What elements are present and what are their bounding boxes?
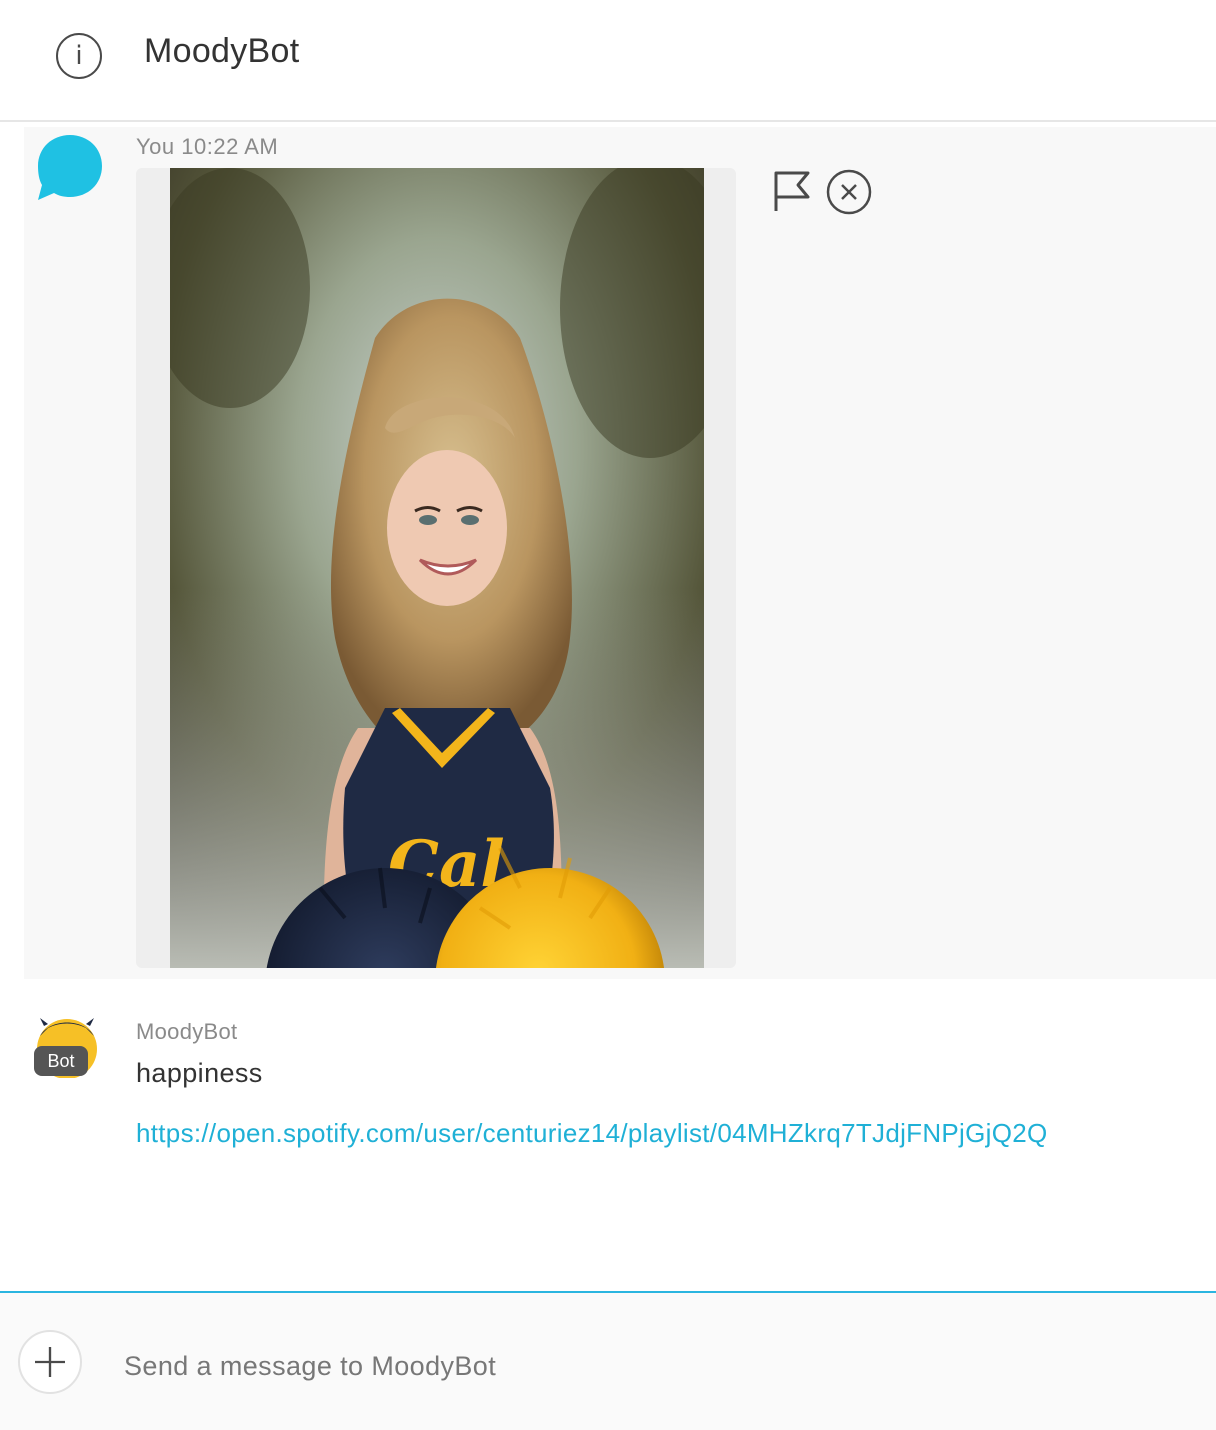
bot-badge: Bot: [34, 1046, 88, 1076]
info-icon: i: [75, 41, 83, 71]
message-text: happiness: [136, 1058, 263, 1088]
attachment-photo: Cal: [170, 168, 704, 968]
message-input[interactable]: [110, 1343, 1190, 1389]
flag-icon[interactable]: [772, 169, 812, 213]
sender-name: You: [136, 134, 175, 159]
user-message: You 10:22 AM Cal: [24, 127, 1216, 979]
close-circle-icon[interactable]: [826, 169, 872, 215]
chat-bubble-icon: [38, 135, 102, 200]
message-meta: You 10:22 AM: [136, 134, 278, 160]
plus-icon[interactable]: [18, 1330, 82, 1394]
message-time: 10:22 AM: [181, 134, 279, 159]
bot-avatar: Bot: [34, 1016, 100, 1079]
message-composer: [0, 1291, 1216, 1430]
bot-message: Bot MoodyBot happiness https://open.spot…: [0, 1000, 1216, 1180]
image-attachment[interactable]: Cal: [136, 168, 736, 968]
conversation-title: MoodyBot: [144, 32, 300, 70]
spotify-link[interactable]: https://open.spotify.com/user/centuriez1…: [136, 1118, 1048, 1149]
info-button[interactable]: i: [56, 33, 102, 79]
sender-name: MoodyBot: [136, 1019, 238, 1044]
conversation-header: i MoodyBot: [0, 0, 1216, 122]
